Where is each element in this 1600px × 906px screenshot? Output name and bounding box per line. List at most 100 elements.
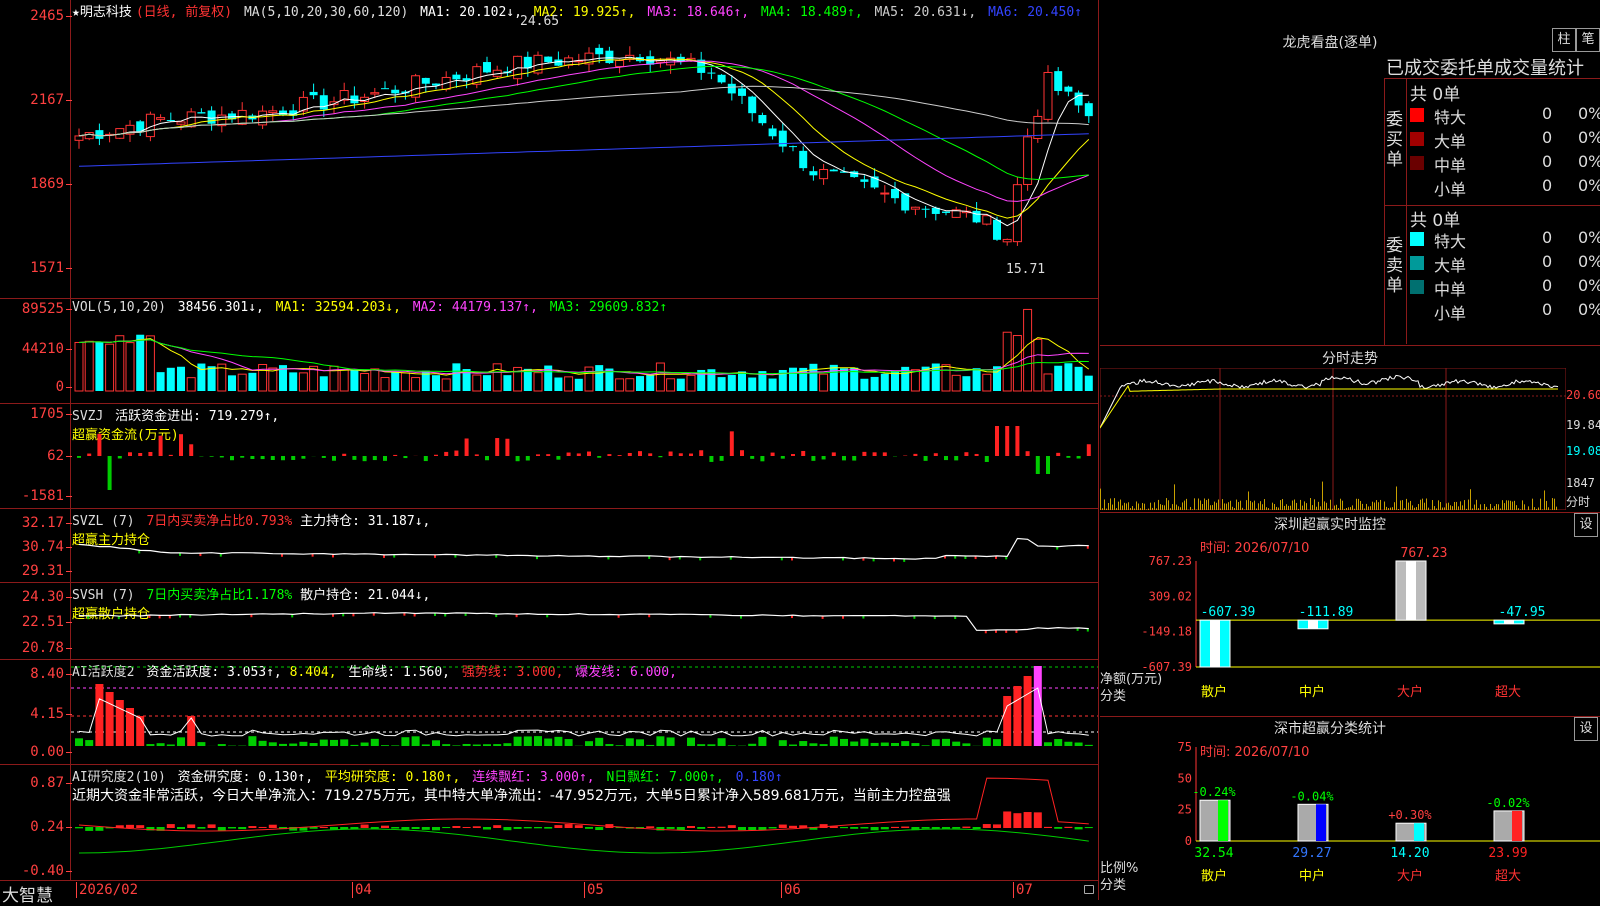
ma-line [79,86,1089,136]
research-bar [646,826,654,828]
main-holding-line[interactable] [71,509,1098,582]
volume-bar [911,370,919,391]
activity-bar [391,745,399,746]
retail-holding-line[interactable] [71,583,1098,659]
ma-line [79,57,1089,225]
intraday-volume-bar [1448,503,1449,510]
bar-highlight [1406,561,1416,620]
net-bar [1494,620,1524,624]
research-bar [595,827,603,830]
activity-bar [809,743,817,746]
research-bar [952,827,960,829]
sz-class-axis-label2: 分类 [1100,874,1126,893]
activity-bar [605,744,613,746]
volume-bars[interactable] [71,299,1098,403]
ai-activity-pane[interactable]: 8.40 4.15 0.00 AI活跃度2 资金活跃度: 3.053↑, 8.4… [0,660,1098,765]
order-size-label: 特大 [1434,104,1466,128]
flow-bar [1046,456,1050,474]
flow-bar [730,431,734,456]
activity-bar [330,740,338,746]
order-row: 小单00% [1410,300,1600,324]
intraday-volume-bar [1464,500,1465,510]
research-bar [728,825,736,828]
volume-pane[interactable]: 89525 44210 0 VOL(5,10,20) 38456.301↓, M… [0,299,1098,404]
intraday-volume-bar [1236,500,1237,510]
activity-bar [187,716,195,746]
holding-line [79,539,1089,560]
activity-bar [1034,666,1042,746]
intraday-volume-bar [1326,503,1327,510]
activity-bar [932,739,940,746]
intraday-volume-bar [1546,501,1547,510]
sz-ratio-bar-chart[interactable]: 7550250-0.24%32.54散户-0.04%29.27中户+0.30%1… [1100,717,1600,901]
research-bar [75,827,83,828]
color-swatch [1410,256,1424,270]
ai-research-pane[interactable]: 0.87 0.24 -0.40 AI研究度2(10) 资金研究度: 0.130↑… [0,765,1098,881]
svzj-pane[interactable]: 1705 62 -1581 SVZJ 活跃资金进出: 719.279↑, 超赢资… [0,404,1098,509]
candle-body [371,93,379,94]
research-bar [1034,812,1042,828]
intraday-volume-bar [1186,499,1187,510]
flow-bar [352,456,356,460]
flow-bar [424,456,428,461]
intraday-volume-bar [1128,502,1129,510]
intraday-volume-bar [1336,505,1337,510]
volume-bar [442,379,450,391]
volume-bar [1034,339,1042,391]
intraday-volume-bar [1408,503,1409,510]
volume-bar [534,373,542,391]
intraday-volume-bar [1432,500,1433,510]
candle-body [95,130,103,139]
intraday-volume-bar [1242,508,1243,510]
fund-flow-bars[interactable] [71,404,1098,508]
intraday-avg-line [1100,386,1558,428]
flow-bar [934,453,938,456]
intraday-volume-bar [1158,500,1159,510]
order-pct: 0% [1578,104,1600,123]
y-label: 22.51 [22,614,64,630]
intraday-volume-bar [1404,508,1405,510]
activity-bar [820,744,828,746]
research-bar [962,827,970,828]
activity-bar [789,745,797,746]
intraday-volume-bar [1444,507,1445,510]
activity-bar [514,737,522,746]
intraday-panel[interactable]: 分时走势 20.60 19.84 19.08 1847 分时 [1100,345,1600,512]
kline-pane[interactable]: 2465 2167 1869 1571 ★明志科技(日线, 前复权) MA(5,… [0,0,1098,299]
flow-bar [648,453,652,456]
order-row: 中单00% [1410,152,1600,176]
intraday-volume-bar [1262,504,1263,510]
activity-bar [371,739,379,746]
sz-net-bar-chart[interactable]: 767.23309.02-149.18-607.39-607.39散户-111.… [1100,513,1600,717]
research-bar [167,824,175,828]
svzl-pane[interactable]: 32.17 30.74 29.31 SVZL (7) 7日内买卖净占比0.793… [0,509,1098,583]
intraday-volume-bar [1356,499,1357,510]
intraday-volume-bar [1396,486,1397,510]
activity-bar [493,744,501,746]
activity-bar [962,743,970,746]
flow-bar [577,453,581,456]
y-label: 89525 [22,301,64,317]
intraday-volume-bar [1272,503,1273,510]
activity-bar [1064,742,1072,746]
svsh-pane[interactable]: 24.30 22.51 20.78 SVSH (7) 7日内买卖净占比1.178… [0,583,1098,660]
lock-icon[interactable] [1084,885,1094,894]
x-label: 04 [352,882,372,898]
research-bar [126,825,134,828]
order-row: 特大00% [1410,228,1600,252]
intraday-volume-bar [1318,502,1319,510]
flow-bar [271,456,275,460]
intraday-chart[interactable] [1100,368,1566,510]
intraday-volume-bar [1362,504,1363,510]
research-bar [503,827,511,830]
activity-bars[interactable] [71,660,1098,764]
bar-mode-button[interactable]: 柱 [1552,28,1576,52]
research-chart[interactable] [71,765,1098,880]
intraday-volume-bar [1532,499,1533,510]
net-bar [1298,620,1328,629]
research-bar [381,826,389,828]
intraday-volume-bar [1322,482,1323,510]
tick-mode-button[interactable]: 笔 [1576,28,1600,52]
candlestick-chart[interactable] [71,0,1098,298]
intraday-volume-bar [1210,505,1211,510]
